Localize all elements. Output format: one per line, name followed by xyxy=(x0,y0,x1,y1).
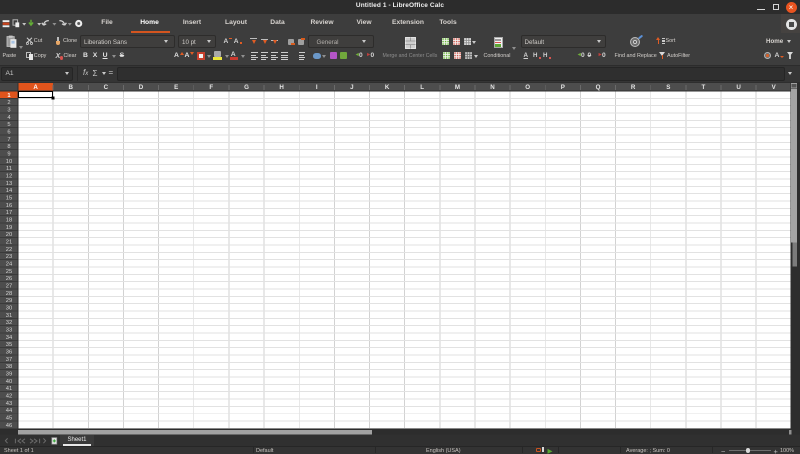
svg-text:32: 32 xyxy=(6,320,12,326)
svg-text:B: B xyxy=(68,84,73,91)
svg-text:46: 46 xyxy=(6,423,12,429)
svg-text:5: 5 xyxy=(7,122,10,128)
svg-text:9: 9 xyxy=(7,152,10,158)
svg-text:41: 41 xyxy=(6,386,12,392)
svg-text:38: 38 xyxy=(6,364,12,370)
svg-text:28: 28 xyxy=(6,291,12,297)
svg-text:16: 16 xyxy=(6,203,12,209)
svg-text:3: 3 xyxy=(7,108,10,114)
svg-text:7: 7 xyxy=(7,137,10,143)
svg-text:34: 34 xyxy=(6,335,13,341)
svg-text:14: 14 xyxy=(6,188,13,194)
svg-text:43: 43 xyxy=(6,401,12,407)
svg-text:15: 15 xyxy=(6,196,12,202)
svg-text:10: 10 xyxy=(6,159,12,165)
svg-text:Q: Q xyxy=(596,84,601,91)
svg-text:N: N xyxy=(490,84,495,91)
svg-text:11: 11 xyxy=(6,166,12,172)
svg-text:44: 44 xyxy=(6,408,13,414)
svg-text:27: 27 xyxy=(6,284,12,290)
svg-text:I: I xyxy=(316,84,318,91)
svg-text:21: 21 xyxy=(6,240,12,246)
svg-text:U: U xyxy=(736,84,741,91)
svg-text:25: 25 xyxy=(6,269,12,275)
svg-text:23: 23 xyxy=(6,254,12,260)
svg-text:12: 12 xyxy=(6,174,12,180)
svg-text:19: 19 xyxy=(6,225,12,231)
svg-text:13: 13 xyxy=(6,181,12,187)
svg-text:39: 39 xyxy=(6,372,12,378)
svg-text:22: 22 xyxy=(6,247,12,253)
svg-text:H: H xyxy=(279,84,284,91)
svg-text:33: 33 xyxy=(6,328,12,334)
svg-text:F: F xyxy=(209,84,213,91)
svg-text:C: C xyxy=(104,84,109,91)
svg-text:37: 37 xyxy=(6,357,12,363)
svg-text:D: D xyxy=(139,84,144,91)
svg-text:2: 2 xyxy=(7,100,10,106)
svg-text:S: S xyxy=(666,84,670,91)
svg-text:M: M xyxy=(455,84,460,91)
svg-text:35: 35 xyxy=(6,342,12,348)
svg-text:31: 31 xyxy=(6,313,12,319)
svg-text:R: R xyxy=(631,84,636,91)
svg-text:L: L xyxy=(420,84,424,91)
svg-text:40: 40 xyxy=(6,379,12,385)
svg-text:26: 26 xyxy=(6,276,12,282)
svg-text:45: 45 xyxy=(6,416,12,422)
svg-text:T: T xyxy=(702,84,706,91)
svg-text:K: K xyxy=(385,84,390,91)
svg-text:G: G xyxy=(244,84,249,91)
svg-text:36: 36 xyxy=(6,350,12,356)
svg-text:29: 29 xyxy=(6,298,12,304)
svg-text:20: 20 xyxy=(6,232,12,238)
svg-text:42: 42 xyxy=(6,394,12,400)
svg-text:O: O xyxy=(525,84,530,91)
svg-text:6: 6 xyxy=(7,130,10,136)
svg-text:18: 18 xyxy=(6,218,12,224)
svg-text:J: J xyxy=(350,84,354,91)
svg-text:17: 17 xyxy=(6,210,12,216)
svg-text:8: 8 xyxy=(7,144,10,150)
svg-text:30: 30 xyxy=(6,306,12,312)
svg-text:P: P xyxy=(561,84,565,91)
svg-text:A: A xyxy=(33,84,38,91)
svg-text:E: E xyxy=(174,84,178,91)
svg-text:24: 24 xyxy=(6,262,13,268)
